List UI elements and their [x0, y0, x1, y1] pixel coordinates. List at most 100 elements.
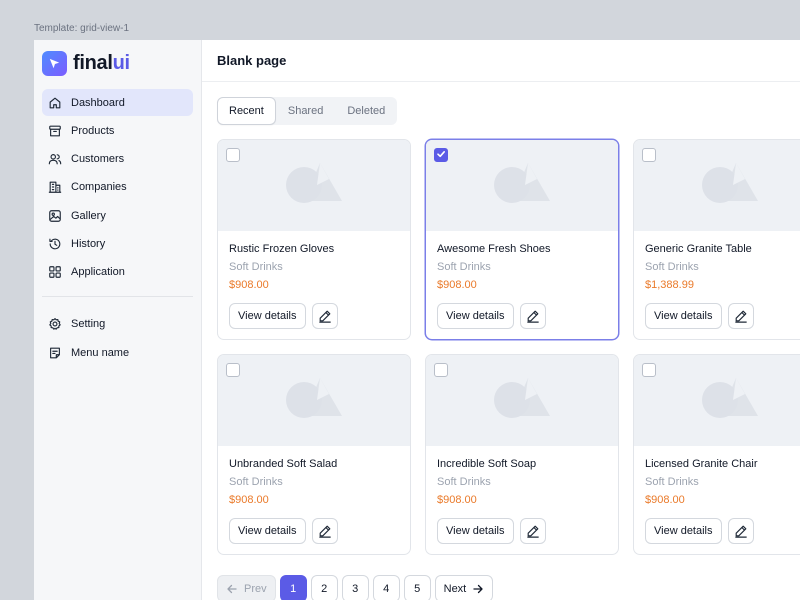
sidebar-item-companies[interactable]: Companies — [42, 174, 193, 201]
product-name: Generic Granite Table — [645, 243, 752, 255]
view-details-button[interactable]: View details — [645, 518, 722, 544]
brand[interactable]: finalui — [42, 50, 193, 76]
page-button-2[interactable]: 2 — [310, 575, 338, 600]
edit-button[interactable] — [727, 303, 754, 329]
edit-button[interactable] — [311, 303, 338, 329]
app-frame: finalui Dashboard Products Customers Compan… — [34, 40, 800, 600]
tab-recent[interactable]: Recent — [217, 97, 276, 125]
product-image-placeholder — [426, 355, 618, 446]
pencil-icon — [526, 309, 540, 323]
product-card[interactable]: Unbranded Soft Salad Soft Drinks $908.00… — [217, 354, 411, 555]
checkbox-checked[interactable] — [434, 148, 448, 162]
sidebar-item-application[interactable]: Application — [42, 259, 193, 286]
pencil-icon — [318, 309, 332, 323]
note-icon — [48, 346, 62, 360]
product-image-placeholder — [634, 355, 800, 446]
product-card[interactable]: Rustic Frozen Gloves Soft Drinks $908.00… — [217, 139, 411, 340]
page-button-4[interactable]: 4 — [372, 575, 400, 600]
logo-icon — [42, 50, 67, 76]
product-price: $908.00 — [437, 279, 477, 291]
page-button-1[interactable]: 1 — [279, 575, 307, 600]
edit-button[interactable] — [311, 518, 338, 544]
sidebar-item-customers[interactable]: Customers — [42, 146, 193, 173]
main-content: Blank page Recent Shared Deleted Rustic Fr… — [202, 40, 800, 600]
edit-button[interactable] — [519, 518, 546, 544]
view-details-button[interactable]: View details — [229, 518, 306, 544]
tab-shared[interactable]: Shared — [276, 97, 335, 125]
page-title: Blank page — [217, 53, 287, 68]
product-name: Unbranded Soft Salad — [229, 458, 338, 470]
product-card[interactable]: Awesome Fresh Shoes Soft Drinks $908.00 … — [425, 139, 619, 340]
sidebar-item-dashboard[interactable]: Dashboard — [42, 89, 193, 116]
image-placeholder-icon — [284, 378, 344, 423]
product-card[interactable]: Incredible Soft Soap Soft Drinks $908.00… — [425, 354, 619, 555]
edit-button[interactable] — [519, 303, 546, 329]
view-details-button[interactable]: View details — [437, 303, 514, 329]
image-placeholder-icon — [284, 163, 344, 208]
page-button-5[interactable]: 5 — [403, 575, 431, 600]
sidebar-item-label: Companies — [71, 181, 127, 194]
checkbox[interactable] — [226, 363, 240, 377]
pencil-icon — [734, 309, 748, 323]
product-image-placeholder — [634, 140, 800, 231]
next-label: Next — [443, 582, 467, 595]
archive-icon — [48, 124, 62, 138]
product-name: Licensed Granite Chair — [645, 458, 758, 470]
sidebar-item-label: Dashboard — [71, 96, 125, 109]
product-category: Soft Drinks — [645, 476, 699, 488]
edit-button[interactable] — [727, 518, 754, 544]
product-price: $1,388.99 — [645, 279, 694, 291]
sidebar-divider — [42, 295, 193, 297]
product-category: Soft Drinks — [229, 476, 283, 488]
home-icon — [48, 96, 62, 110]
sidebar-item-setting[interactable]: Setting — [42, 311, 193, 338]
sidebar-nav-bottom: Setting Menu name — [42, 311, 193, 366]
pencil-icon — [734, 524, 748, 538]
product-grid: Rustic Frozen Gloves Soft Drinks $908.00… — [217, 139, 800, 555]
building-icon — [48, 180, 62, 194]
brand-name: finalui — [73, 51, 130, 74]
checkbox[interactable] — [226, 148, 240, 162]
checkbox[interactable] — [642, 148, 656, 162]
product-name: Incredible Soft Soap — [437, 458, 537, 470]
view-details-button[interactable]: View details — [229, 303, 306, 329]
arrow-right-icon — [472, 583, 484, 595]
sidebar-item-products[interactable]: Products — [42, 117, 193, 144]
next-page-button[interactable]: Next — [434, 575, 494, 600]
prev-page-button[interactable]: Prev — [217, 575, 276, 600]
product-name: Rustic Frozen Gloves — [229, 243, 335, 255]
image-placeholder-icon — [700, 163, 760, 208]
product-category: Soft Drinks — [437, 261, 491, 273]
product-price: $908.00 — [229, 279, 269, 291]
sidebar-item-label: Customers — [71, 153, 125, 166]
checkbox[interactable] — [434, 363, 448, 377]
top-bar: Blank page — [202, 40, 800, 82]
image-placeholder-icon — [492, 163, 552, 208]
view-details-button[interactable]: View details — [437, 518, 514, 544]
page-button-3[interactable]: 3 — [341, 575, 369, 600]
sidebar-item-label: Gallery — [71, 209, 106, 222]
template-label: Template: grid-view-1 — [34, 23, 130, 34]
pencil-icon — [526, 524, 540, 538]
sidebar-item-label: History — [71, 237, 106, 250]
product-image-placeholder — [218, 355, 410, 446]
product-card[interactable]: Generic Granite Table Soft Drinks $1,388… — [633, 139, 800, 340]
pencil-icon — [318, 524, 332, 538]
image-placeholder-icon — [700, 378, 760, 423]
sidebar-item-label: Setting — [71, 318, 106, 331]
users-icon — [48, 152, 62, 166]
view-tabs: Recent Shared Deleted — [217, 97, 398, 125]
sidebar-item-label: Application — [71, 266, 125, 279]
image-icon — [48, 209, 62, 223]
sidebar: finalui Dashboard Products Customers Compan… — [34, 40, 202, 600]
product-price: $908.00 — [229, 494, 269, 506]
product-card[interactable]: Licensed Granite Chair Soft Drinks $908.… — [633, 354, 800, 555]
tab-deleted[interactable]: Deleted — [335, 97, 397, 125]
sidebar-item-label: Products — [71, 124, 115, 137]
sidebar-item-history[interactable]: History — [42, 230, 193, 257]
sidebar-item-menu-name[interactable]: Menu name — [42, 339, 193, 366]
prev-label: Prev — [244, 582, 267, 595]
sidebar-item-gallery[interactable]: Gallery — [42, 202, 193, 229]
checkbox[interactable] — [642, 363, 656, 377]
view-details-button[interactable]: View details — [645, 303, 722, 329]
